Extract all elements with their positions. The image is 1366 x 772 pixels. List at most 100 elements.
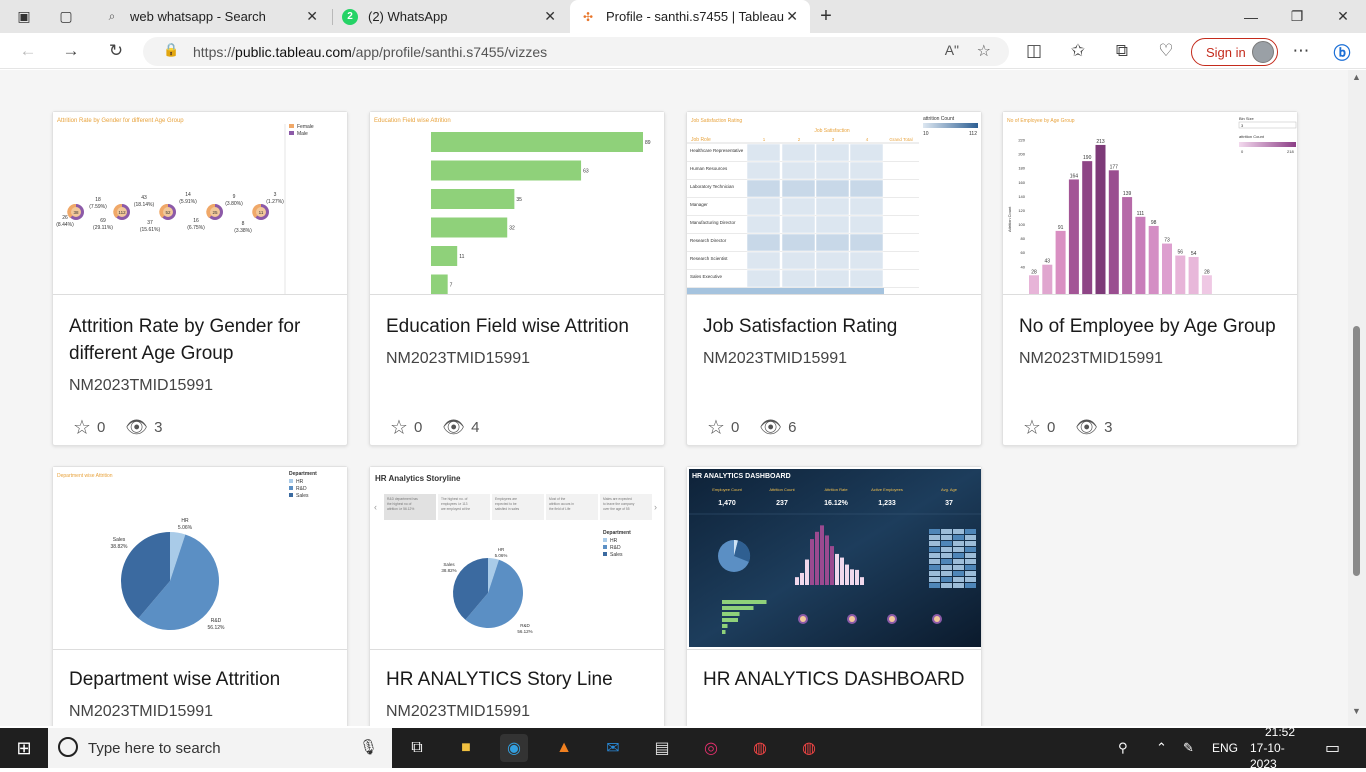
viz-title[interactable]: Job Satisfaction Rating (703, 313, 969, 340)
svg-text:attrition Count: attrition Count (923, 116, 955, 122)
read-aloud-icon[interactable]: A" (945, 42, 959, 58)
favorite-star-icon[interactable]: ☆ (977, 41, 991, 61)
viz-title[interactable]: HR ANALYTICS Story Line (386, 666, 652, 693)
edge-browser-icon[interactable]: ◉ (500, 734, 528, 762)
viz-card[interactable]: Job Satisfaction Rating attrition Count … (686, 111, 982, 446)
show-hidden-icons[interactable]: ⌃ (1156, 728, 1167, 768)
dash-heat-cell (929, 541, 940, 546)
tab-actions-icon[interactable]: ▢ (46, 0, 86, 33)
story-point-text: R&D department has (387, 497, 418, 501)
viz-card[interactable]: HR Analytics Storyline ‹ › R&D departmen… (369, 466, 665, 726)
new-tab-button[interactable]: + (806, 0, 846, 33)
favorite-star-icon[interactable]: ☆ (707, 415, 725, 440)
viz-thumbnail[interactable]: Job Satisfaction Rating attrition Count … (687, 112, 981, 295)
scrollbar-thumb[interactable] (1353, 326, 1360, 576)
viz-card[interactable]: Department wise Attrition Department HR … (52, 466, 348, 726)
attrition-gender-age-chart: Attrition Rate by Gender for different A… (56, 118, 314, 294)
viz-card[interactable]: No of Employee by Age Group Bin Size 3 a… (1002, 111, 1298, 446)
mail-icon[interactable]: ✉ (599, 734, 627, 762)
heat-cell (815, 143, 850, 162)
heat-cell (781, 251, 816, 270)
favorites-icon[interactable]: ✩ (1064, 38, 1092, 64)
language-indicator[interactable]: ENG (1212, 728, 1238, 768)
svg-text:Sales: Sales (610, 552, 623, 558)
viz-thumbnail[interactable]: HR ANALYTICS DASHBOARD Employee Count 1,4… (687, 467, 981, 650)
file-explorer-icon[interactable]: ■ (452, 734, 480, 762)
pen-icon[interactable]: ✎ (1183, 728, 1194, 768)
tab-tableau-profile[interactable]: ✣ Profile - santhi.s7455 | Tableau Pu ✕ (570, 0, 810, 33)
viz-author: NM2023TMID15991 (69, 703, 214, 720)
scroll-down-icon[interactable]: ▼ (1352, 706, 1361, 716)
favorite-star-icon[interactable]: ☆ (73, 415, 91, 440)
age-bar-label: 111 (1137, 211, 1145, 217)
viz-title[interactable]: HR ANALYTICS DASHBOARD (703, 666, 969, 693)
viz-title[interactable]: Education Field wise Attrition (386, 313, 652, 340)
viz-stats: ☆ 0 👁 3 (73, 415, 162, 440)
story-point-text: the field of Life (549, 507, 571, 511)
dash-heat-cell (941, 571, 952, 576)
chrome-icon[interactable]: ◍ (746, 734, 774, 762)
viz-card[interactable]: HR ANALYTICS DASHBOARD Employee Count 1,4… (686, 466, 982, 726)
microsoft-store-icon[interactable]: ▤ (648, 734, 676, 762)
y-tick: 180 (1018, 166, 1025, 171)
viz-title[interactable]: Attrition Rate by Gender for different A… (69, 313, 335, 367)
story-point-text: expected to be (495, 502, 517, 506)
favorite-star-icon[interactable]: ☆ (390, 415, 408, 440)
microphone-icon[interactable]: 🎙 (359, 738, 378, 756)
scroll-up-icon[interactable]: ▲ (1352, 72, 1361, 82)
url-scheme: https:// (193, 43, 236, 60)
svg-text:HR: HR (498, 547, 505, 552)
viz-thumbnail[interactable]: Education Field wise Attrition 89 63 35 32 1… (370, 112, 664, 295)
chrome-profile-icon[interactable]: ◍ (795, 734, 823, 762)
close-tab-icon[interactable]: ✕ (786, 8, 798, 25)
tab-web-whatsapp-search[interactable]: ⌕ web whatsapp - Search ✕ (94, 0, 330, 33)
split-screen-icon[interactable]: ◫ (1020, 38, 1048, 64)
favorite-star-icon[interactable]: ☆ (1023, 415, 1041, 440)
collections-icon[interactable]: ⧉ (1108, 38, 1136, 64)
clock[interactable]: 21:52 17-10-2023 (1250, 725, 1310, 771)
svg-text:R&D: R&D (211, 618, 222, 624)
heat-cell (746, 215, 781, 234)
tableau-icon: ✣ (582, 9, 594, 24)
close-window-button[interactable]: ✕ (1320, 0, 1366, 33)
minimize-button[interactable]: — (1228, 0, 1274, 33)
notifications-icon[interactable]: ▭ (1325, 728, 1340, 768)
address-bar[interactable]: 🔒 https://public.tableau.com/app/profile… (143, 37, 1009, 66)
viz-thumbnail[interactable]: No of Employee by Age Group Bin Size 3 a… (1003, 112, 1297, 295)
svg-text:›: › (654, 502, 657, 512)
close-tab-icon[interactable]: ✕ (544, 8, 556, 25)
refresh-icon[interactable]: ↻ (102, 38, 130, 64)
viz-thumbnail[interactable]: Department wise Attrition Department HR … (53, 467, 347, 650)
svg-text:(6.75%): (6.75%) (187, 225, 205, 231)
sign-in-button[interactable]: Sign in (1191, 38, 1278, 66)
forward-icon[interactable]: → (57, 38, 85, 64)
viz-card[interactable]: Education Field wise Attrition 89 63 35 32 1… (369, 111, 665, 446)
more-options-icon[interactable]: ⋯ (1287, 38, 1315, 64)
close-tab-icon[interactable]: ✕ (306, 8, 318, 25)
svg-text:10: 10 (923, 131, 929, 137)
taskbar-search[interactable]: Type here to search 🎙 (48, 728, 392, 768)
vlc-icon[interactable]: ▲ (550, 734, 578, 762)
viz-thumbnail[interactable]: HR Analytics Storyline ‹ › R&D departmen… (370, 467, 664, 650)
dash-hist-bar (825, 535, 829, 585)
age-bar-label: 213 (1096, 139, 1105, 145)
back-icon[interactable]: ← (14, 38, 42, 64)
windows-start-icon[interactable]: ⊞ (10, 734, 38, 762)
tab-whatsapp[interactable]: 2 (2) WhatsApp ✕ (334, 0, 568, 33)
bing-copilot-icon[interactable]: ⓑ (1328, 38, 1356, 64)
viz-thumbnail[interactable]: Attrition Rate by Gender for different A… (53, 112, 347, 295)
viz-title[interactable]: No of Employee by Age Group (1019, 313, 1285, 340)
story-point-text: the highest no of (387, 502, 411, 506)
restore-button[interactable]: ❐ (1274, 0, 1320, 33)
url-path: /app/profile/santhi.s7455/vizzes (351, 43, 548, 60)
workspaces-icon[interactable]: ▣ (4, 0, 44, 33)
page-scrollbar[interactable]: ▲ ▼ (1348, 70, 1366, 726)
dash-hist-bar (835, 553, 839, 585)
dash-hist-bar (845, 564, 849, 585)
browser-essentials-icon[interactable]: ♡ (1152, 38, 1180, 64)
task-view-icon[interactable]: ⧉ (403, 734, 431, 762)
people-icon[interactable]: ⚲ (1118, 728, 1128, 768)
viz-title[interactable]: Department wise Attrition (69, 666, 335, 693)
viz-card[interactable]: Attrition Rate by Gender for different A… (52, 111, 348, 446)
instagram-icon[interactable]: ◎ (697, 734, 725, 762)
